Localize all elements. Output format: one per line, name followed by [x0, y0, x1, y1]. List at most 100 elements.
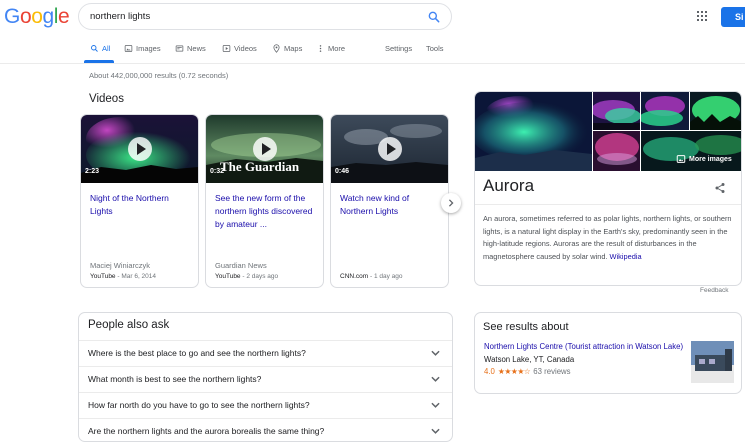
chevron-right-icon — [448, 199, 454, 207]
play-button-icon[interactable] — [378, 137, 402, 161]
header-divider — [0, 63, 745, 64]
aurora-image-thumb[interactable] — [593, 131, 640, 171]
video-title-link[interactable]: Night of the Northern Lights — [90, 192, 193, 218]
kp-divider — [475, 204, 741, 205]
tab-label: Images — [136, 44, 161, 53]
tab-label: Videos — [234, 44, 257, 53]
more-images-button[interactable]: More images — [676, 154, 732, 164]
paa-question[interactable]: What month is best to see the northern l… — [79, 366, 452, 392]
tab-maps[interactable]: Maps — [272, 44, 302, 53]
tab-more[interactable]: More — [316, 44, 345, 53]
image-icon — [676, 155, 686, 163]
tab-tools[interactable]: Tools — [426, 44, 444, 53]
tab-settings[interactable]: Settings — [385, 44, 412, 53]
people-also-ask: People also ask Where is the best place … — [78, 312, 453, 442]
paa-question-text: How far north do you have to go to see t… — [88, 400, 310, 410]
video-source-site: CNN.com — [340, 273, 369, 280]
logo-letter: G — [4, 5, 20, 28]
aurora-image-thumb[interactable] — [690, 92, 742, 130]
video-card[interactable]: 2:23 Night of the Northern Lights Maciej… — [80, 114, 199, 288]
feedback-link[interactable]: Feedback — [700, 287, 729, 294]
video-date: Mar 6, 2014 — [121, 273, 157, 280]
tab-label: News — [187, 44, 206, 53]
knowledge-panel-title: Aurora — [483, 176, 535, 195]
play-button-icon[interactable] — [253, 137, 277, 161]
chevron-down-icon — [431, 350, 440, 356]
see-results-about-heading: See results about — [483, 321, 569, 333]
paa-question[interactable]: Are the northern lights and the aurora b… — [79, 418, 452, 444]
guardian-watermark: The Guardian — [220, 159, 300, 174]
place-location: Watson Lake, YT, Canada — [484, 355, 575, 364]
result-stats: About 442,000,000 results (0.72 seconds) — [89, 71, 229, 80]
video-source: CNN.com - 1 day ago — [340, 273, 403, 280]
search-box[interactable] — [78, 3, 452, 30]
tab-videos[interactable]: Videos — [222, 44, 257, 53]
video-source: YouTube - 2 days ago — [215, 273, 279, 280]
play-button-icon[interactable] — [128, 137, 152, 161]
paa-question[interactable]: How far north do you have to go to see t… — [79, 392, 452, 418]
star-rating-icon: ★★★★☆ — [497, 367, 531, 376]
aurora-image-thumb[interactable] — [641, 92, 689, 130]
video-date: 1 day ago — [373, 273, 403, 280]
place-name-link[interactable]: Northern Lights Centre (Tourist attracti… — [484, 342, 684, 351]
aurora-main-image[interactable] — [475, 92, 592, 171]
videos-heading: Videos — [89, 93, 124, 105]
place-rating: 4.0 ★★★★☆ 63 reviews — [484, 367, 571, 376]
tab-label: Settings — [385, 44, 413, 53]
rating-score: 4.0 — [484, 367, 495, 376]
paa-question-text: What month is best to see the northern l… — [88, 374, 262, 384]
image-icon — [124, 45, 133, 52]
google-logo[interactable]: Google — [4, 5, 70, 29]
paa-question[interactable]: Where is the best place to go and see th… — [79, 340, 452, 366]
video-source: YouTube - Mar 6, 2014 — [90, 273, 157, 280]
review-count: 63 reviews — [533, 367, 571, 376]
knowledge-panel-description: An aurora, sometimes referred to as pola… — [483, 213, 735, 263]
video-duration: 0:46 — [335, 168, 350, 175]
see-results-about: See results about Northern Lights Centre… — [474, 312, 742, 394]
place-thumbnail[interactable] — [691, 341, 734, 383]
search-input[interactable] — [90, 9, 410, 23]
video-duration: 0:32 — [210, 168, 225, 175]
paa-heading: People also ask — [88, 319, 170, 331]
video-source-site: YouTube — [215, 273, 241, 280]
search-icon — [91, 45, 98, 52]
more-vert-icon — [319, 45, 322, 52]
logo-letter: o — [31, 5, 43, 28]
video-title-link[interactable]: See the new form of the northern lights … — [215, 192, 318, 231]
video-icon — [222, 45, 231, 52]
video-card[interactable]: 0:46 Watch new kind of Northern Lights C… — [330, 114, 449, 288]
chevron-down-icon — [431, 402, 440, 408]
tab-label: More — [328, 44, 346, 53]
chevron-down-icon — [431, 428, 440, 434]
map-pin-icon — [273, 44, 280, 53]
news-icon — [175, 45, 184, 52]
sign-in-button[interactable]: Si — [721, 7, 745, 27]
paa-question-text: Where is the best place to go and see th… — [88, 348, 306, 358]
video-duration: 2:23 — [85, 168, 100, 175]
video-date: 2 days ago — [246, 273, 279, 280]
video-source-site: YouTube — [90, 273, 116, 280]
video-author: Maciej Winiarczyk — [90, 261, 151, 270]
search-icon[interactable] — [427, 10, 441, 24]
logo-letter: o — [19, 5, 32, 28]
aurora-image-thumb[interactable] — [641, 131, 742, 171]
video-title-link[interactable]: Watch new kind of Northern Lights — [340, 192, 443, 218]
tab-all[interactable]: All — [90, 44, 110, 53]
tab-label: Tools — [426, 44, 444, 53]
tab-images[interactable]: Images — [124, 44, 161, 53]
tab-label: Maps — [284, 44, 303, 53]
logo-letter: g — [42, 5, 55, 28]
tab-label: All — [102, 44, 111, 53]
aurora-image-thumb[interactable] — [593, 92, 640, 130]
more-images-label: More images — [689, 155, 732, 163]
logo-letter: e — [58, 5, 70, 28]
apps-grid-icon[interactable] — [697, 11, 707, 21]
share-icon[interactable] — [714, 182, 726, 194]
video-card[interactable]: The Guardian 0:32 See the new form of th… — [205, 114, 324, 288]
kp-description-text: An aurora, sometimes referred to as pola… — [483, 214, 732, 261]
wikipedia-link[interactable]: Wikipedia — [610, 252, 642, 261]
carousel-next-button[interactable] — [441, 193, 461, 213]
video-author: Guardian News — [215, 261, 267, 270]
tab-news[interactable]: News — [175, 44, 206, 53]
chevron-down-icon — [431, 376, 440, 382]
